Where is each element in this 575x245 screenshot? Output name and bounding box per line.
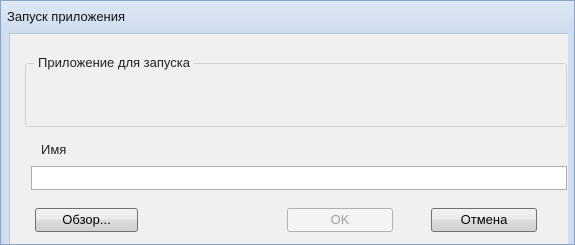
cancel-button[interactable]: Отмена: [431, 208, 537, 232]
application-groupbox: [25, 63, 567, 127]
name-label: Имя: [41, 142, 67, 157]
dialog-window: Запуск приложения Приложение для запуска…: [0, 0, 575, 245]
ok-button[interactable]: OK: [287, 208, 393, 232]
window-frame-left: [1, 33, 9, 244]
browse-button[interactable]: Обзор...: [35, 208, 138, 232]
name-input[interactable]: [31, 166, 567, 190]
window-frame-right: [568, 33, 574, 244]
title-bar[interactable]: Запуск приложения: [1, 1, 574, 33]
window-title: Запуск приложения: [7, 9, 126, 24]
groupbox-legend: Приложение для запуска: [34, 55, 194, 70]
